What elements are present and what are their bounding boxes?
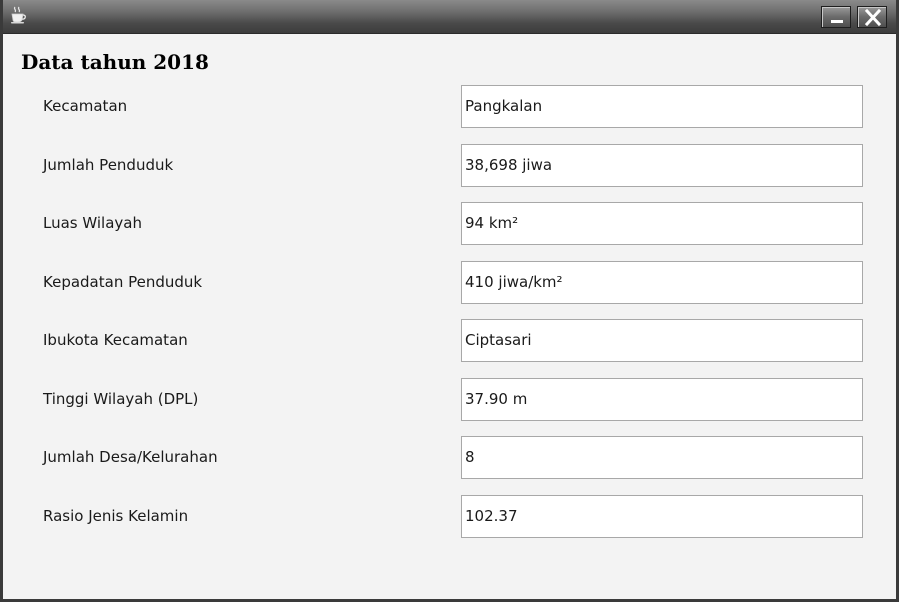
form-row-jumlah-penduduk: Jumlah Penduduk 38,698 jiwa [3, 144, 896, 187]
title-bar[interactable] [3, 0, 896, 34]
field-label: Luas Wilayah [43, 214, 142, 232]
field-label: Kecamatan [43, 97, 128, 115]
field-label: Kepadatan Penduduk [43, 273, 203, 291]
java-coffee-cup-icon [10, 6, 26, 24]
form-row-ibukota-kecamatan: Ibukota Kecamatan Ciptasari [3, 319, 896, 362]
form-row-rasio-jenis-kelamin: Rasio Jenis Kelamin 102.37 [3, 495, 896, 538]
field-label: Ibukota Kecamatan [43, 331, 188, 349]
form-row-luas-wilayah: Luas Wilayah 94 km² [3, 202, 896, 245]
kepadatan-penduduk-field[interactable]: 410 jiwa/km² [461, 261, 863, 304]
page-title: Data tahun 2018 [21, 50, 209, 74]
minimize-icon [831, 20, 843, 23]
app-window: Data tahun 2018 Kecamatan Pangkalan Juml… [0, 0, 899, 602]
tinggi-wilayah-field[interactable]: 37.90 m [461, 378, 863, 421]
jumlah-penduduk-field[interactable]: 38,698 jiwa [461, 144, 863, 187]
field-label: Rasio Jenis Kelamin [43, 507, 189, 525]
form-row-jumlah-desa: Jumlah Desa/Kelurahan 8 [3, 436, 896, 479]
form-row-kepadatan-penduduk: Kepadatan Penduduk 410 jiwa/km² [3, 261, 896, 304]
close-icon [864, 8, 882, 27]
rasio-jenis-kelamin-field[interactable]: 102.37 [461, 495, 863, 538]
form-row-tinggi-wilayah: Tinggi Wilayah (DPL) 37.90 m [3, 378, 896, 421]
kecamatan-field[interactable]: Pangkalan [461, 85, 863, 128]
ibukota-kecamatan-field[interactable]: Ciptasari [461, 319, 863, 362]
field-label: Jumlah Penduduk [43, 156, 174, 174]
luas-wilayah-field[interactable]: 94 km² [461, 202, 863, 245]
close-button[interactable] [857, 6, 887, 28]
field-label: Tinggi Wilayah (DPL) [43, 390, 199, 408]
minimize-button[interactable] [821, 6, 851, 28]
form-row-kecamatan: Kecamatan Pangkalan [3, 85, 896, 128]
jumlah-desa-field[interactable]: 8 [461, 436, 863, 479]
field-label: Jumlah Desa/Kelurahan [43, 448, 218, 466]
